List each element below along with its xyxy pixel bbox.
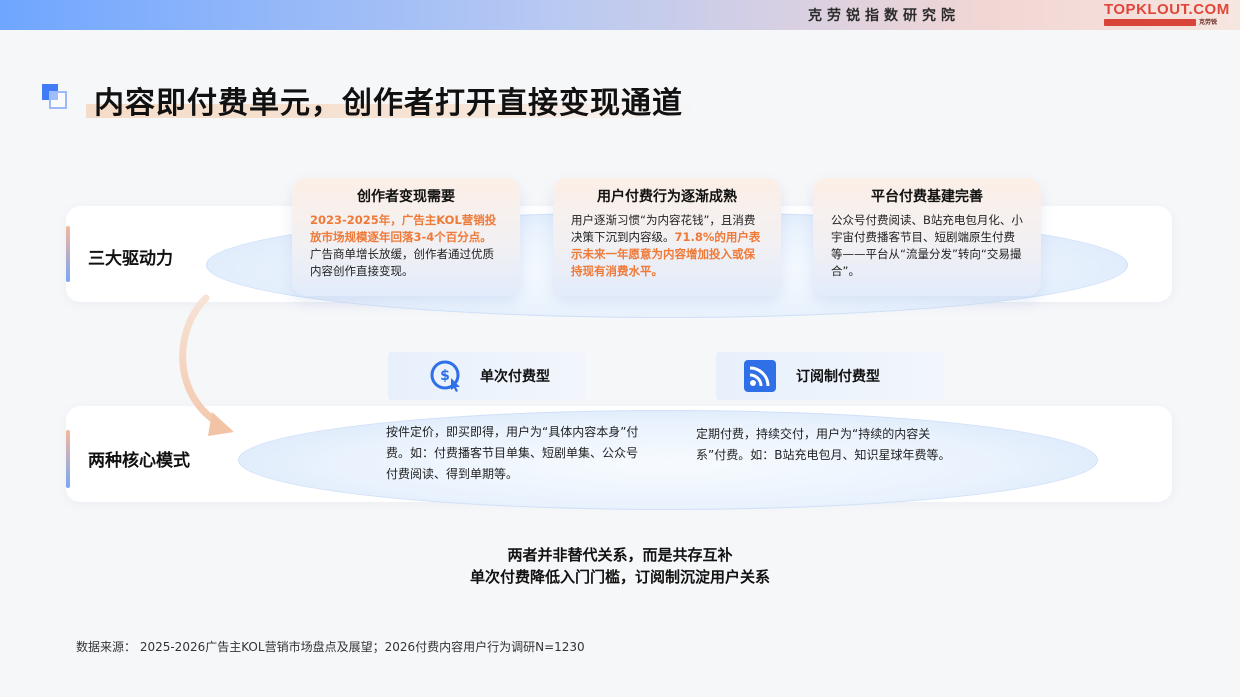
- page-title: 内容即付费单元，创作者打开直接变现通道: [94, 86, 683, 121]
- brand-strip-bar: [1104, 19, 1196, 26]
- modes-row-label: 两种核心模式: [88, 451, 190, 471]
- top-banner: [0, 0, 1240, 30]
- brand-strip: 克劳锐: [1104, 19, 1236, 27]
- curved-arrow-icon: [179, 294, 234, 436]
- card-body: 2023-2025年，广告主KOL营销投放市场规模逐年回落3-4个百分点。广告商…: [310, 212, 502, 280]
- mode-desc-single: 按件定价，即买即得，用户为“具体内容本身”付费。如：付费播客节目单集、短剧单集、…: [386, 425, 639, 481]
- card-title: 创作者变现需要: [357, 189, 455, 205]
- conclusion-line-1: 两者并非替代关系，而是共存互补: [507, 546, 733, 564]
- institute-name: 克劳锐指数研究院: [808, 8, 960, 24]
- brand-wordmark: TOPKLOUT.COM: [1104, 1, 1230, 18]
- data-source: 数据来源： 2025-2026广告主KOL营销市场盘点及展望；2026付费内容用…: [76, 640, 585, 654]
- dollar-click-icon: $: [430, 360, 460, 392]
- mode-label: 订阅制付费型: [796, 369, 880, 385]
- card-highlight: 2023-2025年，广告主KOL营销投放市场规模逐年回落3-4个百分点。: [310, 213, 497, 244]
- driver-card-platform: 平台付费基建完善 公众号付费阅读、B站充电包月化、小宇宙付费播客节目、短剧端原生…: [813, 178, 1041, 296]
- drivers-row-accent: [66, 226, 70, 282]
- drivers-row-label: 三大驱动力: [88, 249, 173, 269]
- title-squares-icon: [42, 84, 72, 110]
- topklout-logo: TOPKLOUT.COM 克劳锐: [1104, 2, 1236, 29]
- mode-tab-subscription: 订阅制付费型: [716, 352, 944, 400]
- card-body: 用户逐渐习惯“为内容花钱”，且消费决策下沉到内容级。71.8%的用户表示未来一年…: [571, 212, 763, 280]
- conclusion-line-2: 单次付费降低入门门槛，订阅制沉淀用户关系: [469, 568, 770, 586]
- card-title: 用户付费行为逐渐成熟: [597, 189, 737, 205]
- rss-icon: [744, 360, 776, 392]
- mode-tab-single: $ 单次付费型: [388, 352, 586, 400]
- driver-card-creator: 创作者变现需要 2023-2025年，广告主KOL营销投放市场规模逐年回落3-4…: [292, 178, 520, 296]
- card-title: 平台付费基建完善: [871, 189, 983, 205]
- modes-row-accent: [66, 430, 70, 488]
- mode-label: 单次付费型: [480, 369, 550, 385]
- card-text: 广告商单增长放缓，创作者通过优质内容创作直接变现。: [310, 247, 494, 278]
- svg-text:$: $: [440, 368, 450, 384]
- driver-card-user: 用户付费行为逐渐成熟 用户逐渐习惯“为内容花钱”，且消费决策下沉到内容级。71.…: [553, 178, 781, 296]
- modes-ellipse: [238, 410, 1098, 510]
- brand-sub: 克劳锐: [1199, 19, 1218, 26]
- mode-desc-subscription: 定期付费，持续交付，用户为“持续的内容关系”付费。如：B站充电包月、知识星球年费…: [696, 427, 951, 462]
- card-body: 公众号付费阅读、B站充电包月化、小宇宙付费播客节目、短剧端原生付费等——平台从“…: [831, 213, 1023, 278]
